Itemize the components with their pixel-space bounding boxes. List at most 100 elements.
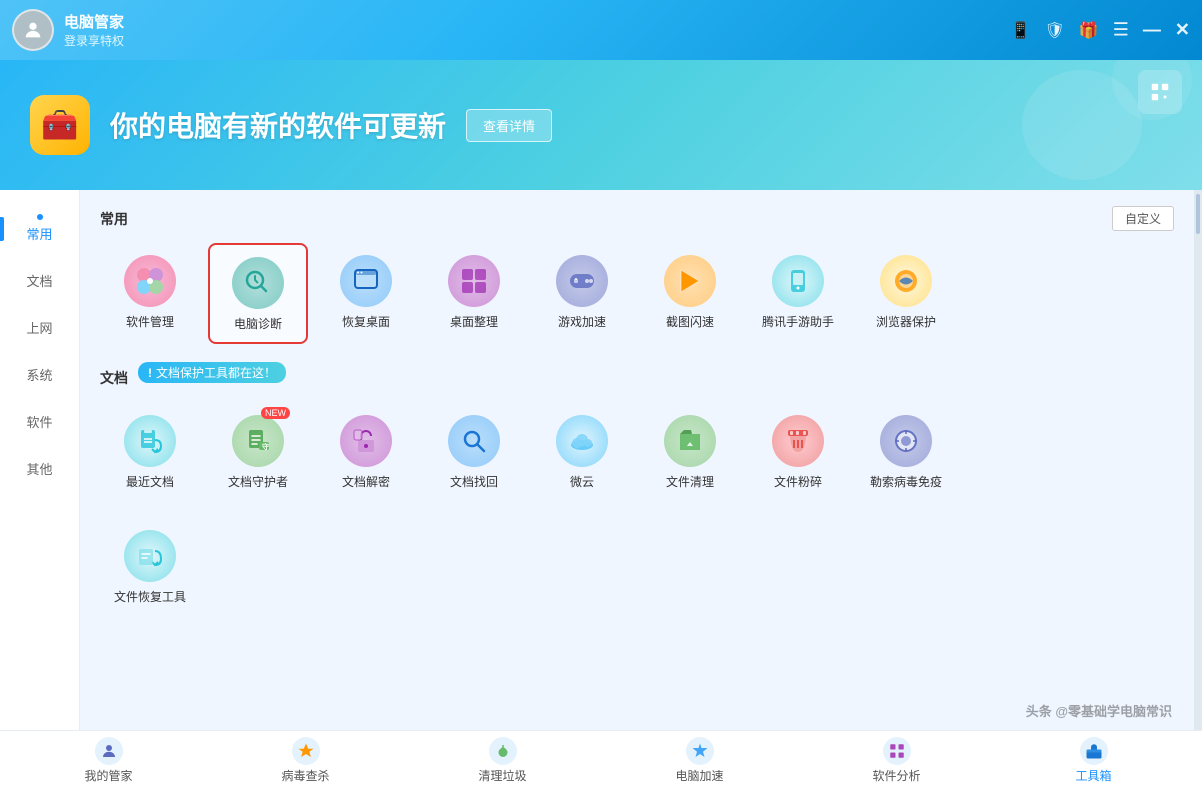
gift-icon[interactable]: 🎁 — [1079, 20, 1099, 40]
sidebar-label-common: 常用 — [26, 224, 52, 243]
sidebar-label-other: 其他 — [26, 459, 52, 478]
svg-text:守: 守 — [262, 442, 269, 451]
tool-label-recent-doc: 最近文档 — [126, 473, 174, 490]
banner-corner-icon — [1138, 70, 1182, 114]
exclamation-icon: ! — [148, 366, 152, 380]
tool-icon-file-manage — [664, 415, 716, 467]
tool-desktop-arrange[interactable]: 桌面整理 — [424, 243, 524, 344]
common-tools-grid: 软件管理 电脑诊断 — [100, 243, 1174, 344]
bottom-label-clean-junk: 清理垃圾 — [478, 767, 526, 784]
tool-file-manage[interactable]: 文件清理 — [640, 403, 740, 500]
close-icon[interactable]: ✕ — [1175, 20, 1190, 41]
tool-label-software-mgr: 软件管理 — [126, 313, 174, 330]
sidebar-item-doc[interactable]: 文档 — [0, 257, 79, 304]
content-area: 常用 自定义 软件管理 — [80, 190, 1194, 730]
tool-browser-protect[interactable]: 浏览器保护 — [856, 243, 956, 344]
tool-icon-doc-unlock — [340, 415, 392, 467]
bottom-item-software-mgr2[interactable]: 软件分析 — [798, 731, 995, 790]
tool-label-doc-unlock: 文档解密 — [342, 473, 390, 490]
tool-icon-recent-doc — [124, 415, 176, 467]
tool-label-file-shred: 文件粉碎 — [774, 473, 822, 490]
tool-icon-software-mgr — [124, 255, 176, 307]
bottom-item-my-mgr[interactable]: 我的管家 — [10, 731, 207, 790]
customize-button[interactable]: 自定义 — [1112, 206, 1174, 231]
common-section-title: 常用 — [100, 209, 128, 229]
app-subtitle[interactable]: 登录享特权 — [64, 32, 124, 49]
tool-icon-browser-protect — [880, 255, 932, 307]
tool-icon-pc-diagnose — [232, 257, 284, 309]
bottom-icon-my-mgr — [95, 737, 123, 765]
banner-icon: 🧰 — [30, 95, 90, 155]
tool-game-speedup[interactable]: 游戏加速 — [532, 243, 632, 344]
tool-label-doc-recover: 文档找回 — [450, 473, 498, 490]
tool-tencent-assistant[interactable]: 腾讯手游助手 — [748, 243, 848, 344]
tool-label-screenshot: 截图闪速 — [666, 313, 714, 330]
bottom-label-virus-kill: 病毒查杀 — [281, 767, 329, 784]
sidebar-label-system: 系统 — [26, 365, 52, 384]
app-title: 电脑管家 — [64, 11, 124, 32]
tool-icon-game-speedup — [556, 255, 608, 307]
sidebar-label-software: 软件 — [26, 412, 52, 431]
tool-icon-cloud — [556, 415, 608, 467]
doc-tag-text: 文档保护工具都在这！ — [156, 364, 276, 381]
tool-label-restore-desktop: 恢复桌面 — [342, 313, 390, 330]
sidebar-item-common[interactable]: 常用 — [0, 200, 79, 257]
tool-label-file-manage: 文件清理 — [666, 473, 714, 490]
tool-label-doc-guardian: 文档守护者 — [228, 473, 288, 490]
bottom-item-pc-speedup[interactable]: 电脑加速 — [601, 731, 798, 790]
tool-icon-restore-desktop — [340, 255, 392, 307]
banner-detail-button[interactable]: 查看详情 — [466, 109, 552, 142]
bottom-item-toolbox[interactable]: 工具箱 — [995, 731, 1192, 790]
tool-label-desktop-arrange: 桌面整理 — [450, 313, 498, 330]
bottom-item-virus-kill[interactable]: 病毒查杀 — [207, 731, 404, 790]
sidebar-item-other[interactable]: 其他 — [0, 445, 79, 492]
scroll-thumb — [1196, 194, 1200, 234]
tool-label-tencent-assistant: 腾讯手游助手 — [762, 313, 834, 330]
tool-doc-recover[interactable]: 文档找回 — [424, 403, 524, 500]
sidebar-item-software[interactable]: 软件 — [0, 398, 79, 445]
tool-file-shred[interactable]: 文件粉碎 — [748, 403, 848, 500]
tool-doc-unlock[interactable]: 文档解密 — [316, 403, 416, 500]
tool-pc-diagnose[interactable]: 电脑诊断 — [208, 243, 308, 344]
tool-doc-guardian[interactable]: NEW 守 文档守护者 — [208, 403, 308, 500]
file-recover-grid: 文件恢复工具 — [100, 518, 1174, 615]
tool-restore-desktop[interactable]: 恢复桌面 — [316, 243, 416, 344]
sidebar-item-system[interactable]: 系统 — [0, 351, 79, 398]
bottom-label-pc-speedup: 电脑加速 — [675, 767, 723, 784]
banner-text: 你的电脑有新的软件可更新 — [110, 105, 446, 145]
doc-tools-grid: 最近文档 NEW 守 文档守护者 — [100, 403, 1174, 500]
minimize-icon[interactable]: — — [1143, 20, 1161, 41]
banner: 🧰 你的电脑有新的软件可更新 查看详情 — [0, 60, 1202, 190]
tool-cloud[interactable]: 微云 — [532, 403, 632, 500]
tool-icon-screenshot — [664, 255, 716, 307]
bottom-item-clean-junk[interactable]: 清理垃圾 — [404, 731, 601, 790]
bottom-icon-virus-kill — [292, 737, 320, 765]
tool-screenshot[interactable]: 截图闪速 — [640, 243, 740, 344]
sidebar-label-internet: 上网 — [26, 318, 52, 337]
tool-recent-doc[interactable]: 最近文档 — [100, 403, 200, 500]
window-controls: 📱 🛡 🎁 ☰ — ✕ — [1011, 20, 1190, 41]
scrollbar[interactable] — [1194, 190, 1202, 730]
avatar[interactable] — [12, 9, 54, 51]
tool-software-mgr[interactable]: 软件管理 — [100, 243, 200, 344]
shield-icon[interactable]: 🛡 — [1045, 20, 1065, 40]
doc-section-title: 文档 — [100, 368, 128, 388]
tool-virus-immune[interactable]: 勒索病毒免疫 — [856, 403, 956, 500]
tool-label-browser-protect: 浏览器保护 — [876, 313, 936, 330]
tool-icon-doc-recover — [448, 415, 500, 467]
menu-icon[interactable]: ☰ — [1113, 20, 1129, 41]
phone-icon[interactable]: 📱 — [1011, 20, 1031, 40]
tool-icon-file-shred — [772, 415, 824, 467]
bottom-icon-toolbox — [1080, 737, 1108, 765]
tool-label-game-speedup: 游戏加速 — [558, 313, 606, 330]
tool-label-file-recover: 文件恢复工具 — [114, 588, 186, 605]
tool-file-recover[interactable]: 文件恢复工具 — [100, 518, 200, 615]
sidebar-label-doc: 文档 — [26, 271, 52, 290]
sidebar-item-internet[interactable]: 上网 — [0, 304, 79, 351]
bottom-icon-software-mgr2 — [883, 737, 911, 765]
tool-icon-virus-immune — [880, 415, 932, 467]
sidebar: 常用 文档 上网 系统 软件 其他 — [0, 190, 80, 730]
bottom-label-toolbox: 工具箱 — [1075, 767, 1111, 784]
common-section-header: 常用 自定义 — [100, 206, 1174, 231]
titlebar-info: 电脑管家 登录享特权 — [64, 11, 124, 49]
